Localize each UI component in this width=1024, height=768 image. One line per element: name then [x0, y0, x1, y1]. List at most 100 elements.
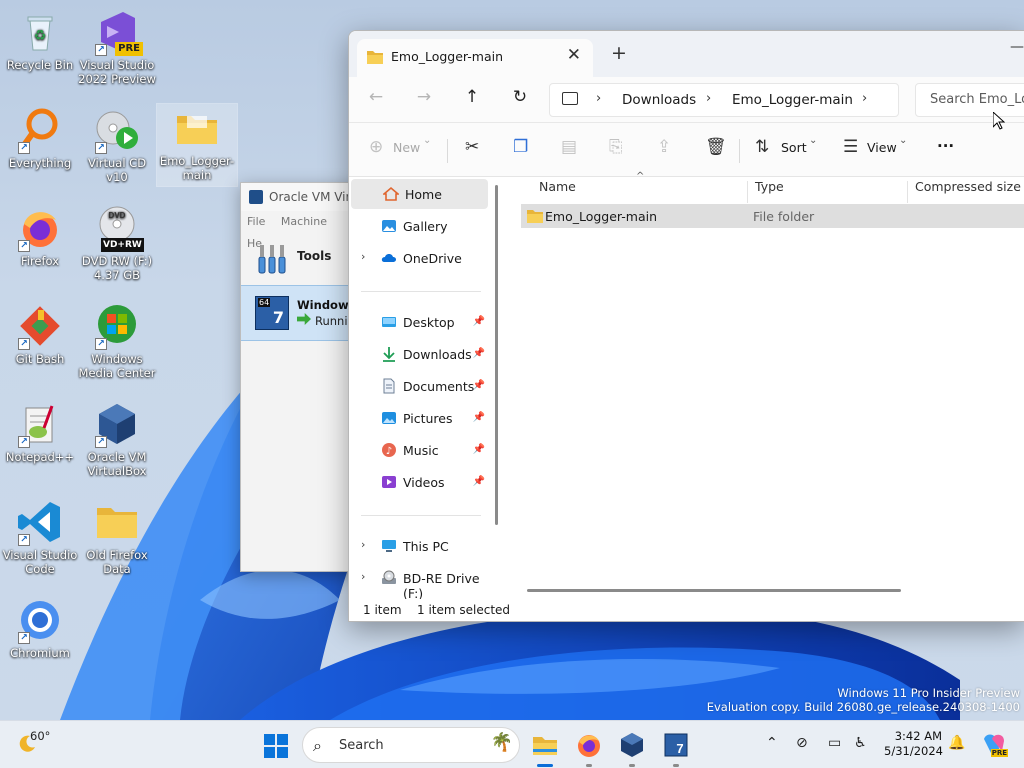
desktop-icon-notepad-plus-plus[interactable]: ↗ Notepad++	[0, 400, 80, 464]
chevron-right-icon[interactable]: ›	[361, 538, 365, 551]
desktop-icon-vscode[interactable]: ↗ Visual Studio Code	[0, 498, 80, 576]
table-row[interactable]: Emo_Logger-main File folder	[521, 204, 1024, 228]
desktop-icon-recycle-bin[interactable]: ♻ Recycle Bin	[0, 8, 80, 72]
desktop-icon-git-bash[interactable]: ↗ Git Bash	[0, 302, 80, 366]
sidebar-item-desktop[interactable]: Desktop 📌	[349, 307, 489, 337]
taskbar-search-box[interactable]: ⌕ Search 🌴	[302, 727, 520, 763]
delete-icon[interactable]: 🗑	[705, 137, 727, 157]
desktop-icon-everything[interactable]: ↗ Everything	[0, 106, 80, 170]
column-separator[interactable]	[747, 181, 748, 203]
pin-icon[interactable]: 📌	[473, 348, 485, 359]
sidebar-item-home[interactable]: Home	[351, 179, 488, 209]
column-header-type[interactable]: Type	[755, 177, 784, 207]
pin-icon[interactable]: 📌	[473, 476, 485, 487]
desktop-icon-firefox[interactable]: ↗ Firefox	[0, 204, 80, 268]
chevron-right-icon[interactable]: ›	[361, 250, 365, 263]
menu-machine[interactable]: Machine	[281, 215, 327, 228]
desktop-icon-chromium[interactable]: ↗ Chromium	[0, 596, 80, 660]
desktop-icon-virtualbox[interactable]: ↗ Oracle VM VirtualBox	[77, 400, 157, 478]
new-button[interactable]: New	[393, 140, 420, 155]
breadcrumb-separator[interactable]: ›	[706, 91, 711, 106]
desktop-icon-label: Visual Studio Code	[2, 548, 78, 576]
running-indicator	[673, 764, 679, 767]
column-separator[interactable]	[907, 181, 908, 203]
desktop-icon-virtual-cd[interactable]: ↗ Virtual CD v10	[77, 106, 157, 184]
download-arrow-icon	[383, 347, 395, 362]
breadcrumb-separator[interactable]: ›	[596, 91, 601, 106]
notification-bell-icon[interactable]: 🔔	[948, 735, 965, 751]
view-button[interactable]: View	[867, 140, 897, 155]
desktop-icon-dvd-drive[interactable]: DVD VD+RW DVD RW (F:) 4.37 GB	[77, 204, 157, 282]
menu-file[interactable]: File	[247, 215, 265, 228]
desktop-icon-emo-logger[interactable]: Emo_Logger-main	[156, 103, 238, 187]
pin-icon[interactable]: 📌	[473, 412, 485, 423]
chevron-right-icon[interactable]: ›	[361, 570, 365, 583]
folder-icon	[93, 498, 141, 546]
tools-label: Tools	[297, 249, 332, 263]
svg-text:7: 7	[676, 741, 683, 756]
sidebar-item-onedrive[interactable]: › OneDrive	[349, 243, 489, 273]
breadcrumb-emo-logger-main[interactable]: Emo_Logger-main	[732, 92, 853, 108]
horizontal-scrollbar[interactable]	[527, 589, 901, 592]
sidebar-item-downloads[interactable]: Downloads 📌	[349, 339, 489, 369]
svg-text:♻: ♻	[34, 28, 47, 44]
taskbar-windows7-vm[interactable]: 7	[662, 731, 690, 759]
column-header-compressed-size[interactable]: Compressed size	[915, 177, 1021, 207]
refresh-button[interactable]: ↻	[507, 87, 533, 107]
taskbar-file-explorer[interactable]	[531, 731, 559, 759]
forward-button[interactable]: →	[411, 87, 437, 107]
copilot-button[interactable]: PRE	[980, 731, 1008, 759]
row-name: Emo_Logger-main	[545, 209, 658, 224]
chevron-down-icon: ⌄	[899, 135, 908, 146]
folder-icon	[173, 104, 221, 152]
dvd-rw-badge: VD+RW	[101, 238, 144, 252]
sidebar-item-videos[interactable]: Videos 📌	[349, 467, 489, 497]
cut-icon[interactable]: ✂	[465, 137, 479, 157]
paste-icon[interactable]: ▤	[561, 137, 577, 157]
show-hidden-icons-chevron[interactable]: ⌃	[766, 735, 778, 751]
this-pc-icon[interactable]	[562, 92, 578, 105]
search-placeholder: Search Emo_Logger-main	[930, 92, 1024, 107]
network-disconnected-icon[interactable]: ⊘	[796, 735, 808, 751]
system-clock[interactable]: 3:42 AM 5/31/2024	[884, 729, 943, 759]
copy-icon[interactable]: ❐	[513, 137, 528, 157]
pin-icon[interactable]: 📌	[473, 316, 485, 327]
sidebar-item-this-pc[interactable]: › This PC	[349, 531, 489, 561]
accessibility-icon[interactable]: ♿	[854, 735, 867, 751]
back-button[interactable]: ←	[363, 87, 389, 107]
share-icon[interactable]: ⇪	[657, 137, 671, 157]
mouse-cursor-icon	[993, 112, 1005, 130]
taskbar-virtualbox[interactable]	[618, 731, 646, 759]
pin-icon[interactable]: 📌	[473, 380, 485, 391]
search-input[interactable]: Search Emo_Logger-main	[915, 83, 1024, 117]
navigation-scrollbar[interactable]	[495, 185, 498, 525]
rename-icon[interactable]: ⎘	[609, 137, 623, 157]
new-tab-button[interactable]: +	[611, 42, 627, 64]
taskbar-firefox[interactable]	[575, 731, 603, 759]
sort-button[interactable]: Sort	[781, 140, 807, 155]
chevron-down-icon: ⌄	[809, 135, 818, 146]
breadcrumb-separator[interactable]: ›	[862, 91, 867, 106]
up-button[interactable]: ↑	[459, 87, 485, 107]
close-tab-icon[interactable]: ✕	[567, 45, 581, 65]
see-more-button[interactable]: ···	[937, 137, 954, 155]
tab-emo-logger-main[interactable]: Emo_Logger-main ✕	[357, 39, 593, 77]
sidebar-item-music[interactable]: ♪ Music 📌	[349, 435, 489, 465]
sidebar-item-gallery[interactable]: Gallery	[349, 211, 489, 241]
minimize-button[interactable]: —	[1010, 39, 1024, 55]
desktop-icon-visual-studio[interactable]: PRE ↗ Visual Studio 2022 Preview	[77, 8, 157, 86]
display-icon[interactable]: ▭	[828, 735, 841, 751]
breadcrumb[interactable]: › Downloads › Emo_Logger-main ›	[549, 83, 899, 117]
pin-icon[interactable]: 📌	[473, 444, 485, 455]
file-explorer-icon	[533, 737, 557, 755]
sidebar-item-pictures[interactable]: Pictures 📌	[349, 403, 489, 433]
desktop-icon-media-center[interactable]: ↗ Windows Media Center	[77, 302, 157, 380]
sidebar-item-bd-re-drive[interactable]: › BD-RE Drive (F:)	[349, 563, 489, 601]
breadcrumb-downloads[interactable]: Downloads	[622, 92, 696, 108]
column-header-name[interactable]: Name	[539, 177, 576, 207]
sidebar-item-documents[interactable]: Documents 📌	[349, 371, 489, 401]
pre-badge: PRE	[990, 749, 1008, 757]
start-button[interactable]	[264, 734, 288, 758]
desktop-icon-old-firefox-data[interactable]: Old Firefox Data	[77, 498, 157, 576]
file-explorer-window[interactable]: Emo_Logger-main ✕ + — ← → ↑ ↻ › Download…	[348, 30, 1024, 622]
